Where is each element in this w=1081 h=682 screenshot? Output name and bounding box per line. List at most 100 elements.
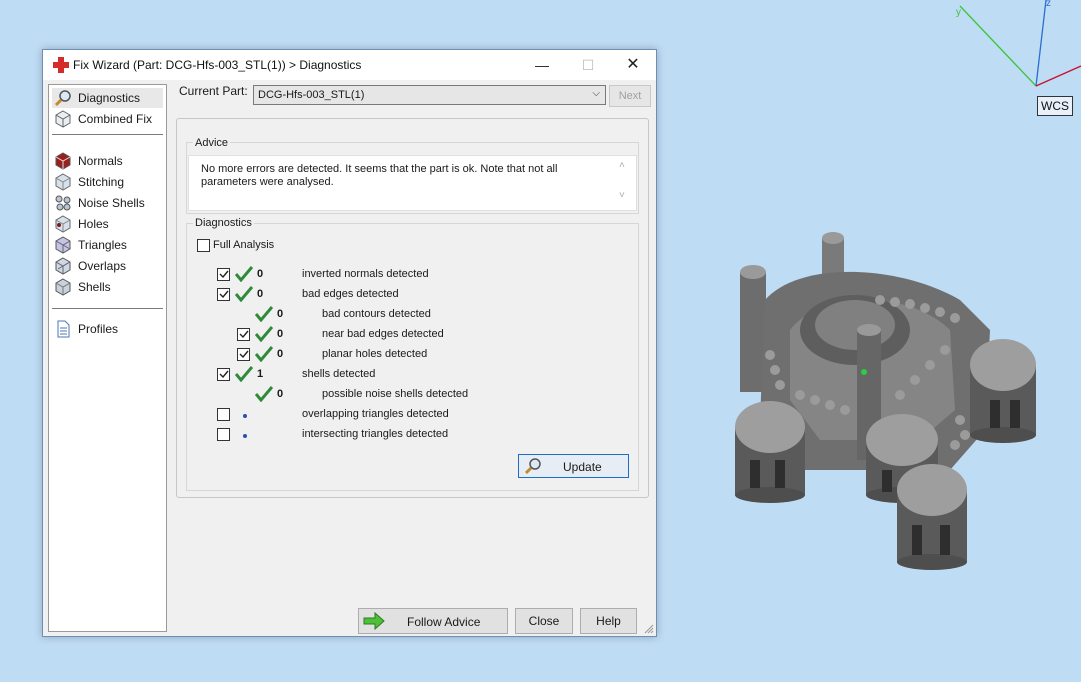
scroll-up-icon[interactable]: ˄ bbox=[619, 160, 625, 171]
update-label: Update bbox=[563, 460, 602, 474]
near-bad-edges-checkbox[interactable] bbox=[237, 328, 250, 341]
diagnostics-panel: Advice No more errors are detected. It s… bbox=[176, 118, 649, 498]
current-part-label: Current Part: bbox=[179, 84, 248, 98]
nav-label: Diagnostics bbox=[78, 91, 141, 105]
axis-z-label: z bbox=[1046, 0, 1051, 9]
nav-label: Shells bbox=[78, 280, 111, 294]
green-check-icon bbox=[235, 286, 253, 302]
holes-cube-icon bbox=[55, 215, 71, 233]
pending-dot-icon bbox=[243, 414, 247, 418]
full-analysis-checkbox[interactable] bbox=[197, 239, 210, 252]
green-check-icon bbox=[255, 386, 273, 402]
shells-cube-icon bbox=[55, 278, 71, 296]
close-button[interactable]: Close bbox=[515, 608, 573, 634]
advice-textbox: No more errors are detected. It seems th… bbox=[188, 155, 637, 211]
nav-label: Noise Shells bbox=[78, 196, 145, 210]
bad-edges-label: bad edges detected bbox=[302, 288, 399, 300]
nav-separator bbox=[52, 308, 163, 309]
nav-item-overlaps[interactable]: Overlaps bbox=[52, 256, 163, 276]
intersecting-triangles-label: intersecting triangles detected bbox=[302, 428, 449, 440]
overlapping-triangles-checkbox[interactable] bbox=[217, 408, 230, 421]
green-check-icon bbox=[255, 346, 273, 362]
nav-item-holes[interactable]: Holes bbox=[52, 214, 163, 234]
nav-label: Normals bbox=[78, 154, 123, 168]
chevron-down-icon: ⌵ bbox=[592, 88, 600, 99]
maximize-button[interactable]: ☐ bbox=[565, 50, 611, 80]
next-button[interactable]: Next bbox=[609, 85, 651, 107]
overlaps-cube-icon bbox=[55, 257, 71, 275]
wizard-nav: Diagnostics Combined Fix Normals Stitchi… bbox=[48, 84, 167, 632]
red-cross-icon bbox=[53, 57, 69, 73]
nav-label: Profiles bbox=[78, 322, 119, 336]
axis-y-label: y bbox=[956, 7, 961, 18]
noise-shells-icon bbox=[55, 195, 71, 211]
near-bad-edges-label: near bad edges detected bbox=[322, 328, 444, 340]
normals-cube-icon bbox=[55, 152, 71, 170]
document-icon bbox=[57, 320, 70, 338]
nav-label: Stitching bbox=[78, 175, 125, 189]
pending-dot-icon bbox=[243, 434, 247, 438]
axis-x-line bbox=[1035, 65, 1081, 87]
close-window-button[interactable]: ✕ bbox=[610, 50, 656, 80]
follow-advice-button[interactable]: Follow Advice bbox=[358, 608, 508, 634]
update-button[interactable]: Update bbox=[518, 454, 629, 478]
planar-holes-count: 0 bbox=[277, 348, 284, 360]
green-check-icon bbox=[255, 326, 273, 342]
part-model[interactable] bbox=[735, 232, 1036, 570]
nav-item-combined-fix[interactable]: Combined Fix bbox=[52, 109, 163, 129]
nav-separator bbox=[52, 134, 163, 135]
shells-count: 1 bbox=[257, 368, 264, 380]
magnifier-icon bbox=[524, 458, 541, 475]
overlapping-triangles-label: overlapping triangles detected bbox=[302, 408, 449, 420]
diagnostics-group-label: Diagnostics bbox=[193, 217, 254, 229]
stitching-cube-icon bbox=[55, 173, 71, 191]
nav-item-normals[interactable]: Normals bbox=[52, 151, 163, 171]
nav-item-diagnostics[interactable]: Diagnostics bbox=[52, 88, 163, 108]
help-button[interactable]: Help bbox=[580, 608, 637, 634]
planar-holes-label: planar holes detected bbox=[322, 348, 428, 360]
nav-item-profiles[interactable]: Profiles bbox=[52, 319, 163, 339]
nav-item-stitching[interactable]: Stitching bbox=[52, 172, 163, 192]
shells-checkbox[interactable] bbox=[217, 368, 230, 381]
resize-grip-icon[interactable] bbox=[644, 624, 654, 634]
full-analysis-label: Full Analysis bbox=[213, 239, 275, 251]
axis-y-line bbox=[959, 5, 1037, 87]
nav-item-triangles[interactable]: Triangles bbox=[52, 235, 163, 255]
green-check-icon bbox=[235, 266, 253, 282]
inverted-normals-count: 0 bbox=[257, 268, 264, 280]
bad-contours-count: 0 bbox=[277, 308, 284, 320]
nav-label: Holes bbox=[78, 217, 109, 231]
current-part-select[interactable]: DCG-Hfs-003_STL(1) ⌵ bbox=[253, 85, 606, 105]
nav-label: Overlaps bbox=[78, 259, 127, 273]
bad-edges-checkbox[interactable] bbox=[217, 288, 230, 301]
green-check-icon bbox=[235, 366, 253, 382]
title-bar[interactable]: Fix Wizard (Part: DCG-Hfs-003_STL(1)) > … bbox=[43, 50, 656, 80]
advice-text: No more errors are detected. It seems th… bbox=[201, 163, 558, 188]
current-part-value: DCG-Hfs-003_STL(1) bbox=[258, 89, 365, 101]
green-arrow-icon bbox=[363, 612, 385, 630]
minimize-button[interactable]: — bbox=[519, 50, 565, 80]
advice-group-label: Advice bbox=[193, 137, 231, 149]
nav-item-noise-shells[interactable]: Noise Shells bbox=[52, 193, 163, 213]
follow-advice-label: Follow Advice bbox=[407, 615, 481, 629]
noise-shells-count: 0 bbox=[277, 388, 284, 400]
nav-label: Combined Fix bbox=[78, 112, 153, 126]
axis-z-line bbox=[1035, 0, 1047, 87]
planar-holes-checkbox[interactable] bbox=[237, 348, 250, 361]
green-check-icon bbox=[255, 306, 273, 322]
bad-edges-count: 0 bbox=[257, 288, 264, 300]
noise-shells-label: possible noise shells detected bbox=[322, 388, 469, 400]
near-bad-edges-count: 0 bbox=[277, 328, 284, 340]
inverted-normals-label: inverted normals detected bbox=[302, 268, 429, 280]
scroll-down-icon[interactable]: ˅ bbox=[619, 190, 625, 201]
cube-icon bbox=[55, 110, 71, 128]
magnifier-icon bbox=[54, 90, 71, 107]
intersecting-triangles-checkbox[interactable] bbox=[217, 428, 230, 441]
triangles-cube-icon bbox=[55, 236, 71, 254]
bad-contours-label: bad contours detected bbox=[322, 308, 431, 320]
nav-item-shells[interactable]: Shells bbox=[52, 277, 163, 297]
wcs-label: WCS bbox=[1037, 96, 1073, 116]
window-title: Fix Wizard (Part: DCG-Hfs-003_STL(1)) > … bbox=[73, 58, 362, 72]
fix-wizard-dialog: Fix Wizard (Part: DCG-Hfs-003_STL(1)) > … bbox=[42, 49, 657, 637]
inverted-normals-checkbox[interactable] bbox=[217, 268, 230, 281]
